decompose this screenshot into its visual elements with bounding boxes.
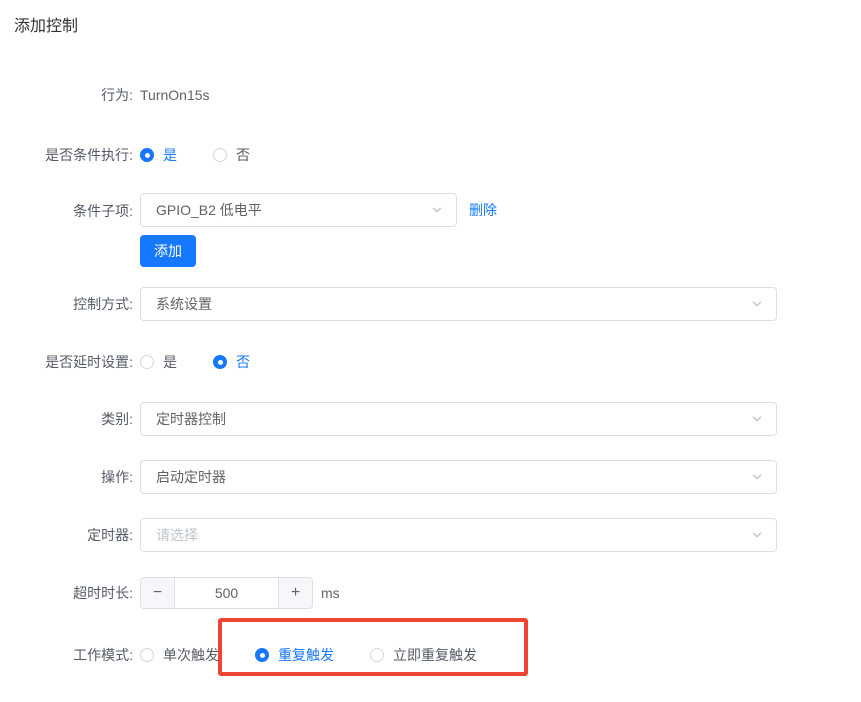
operation-label: 操作: xyxy=(14,467,133,487)
radio-unselected-icon xyxy=(140,355,154,369)
delay-setting-radio-no[interactable]: 否 xyxy=(213,352,250,372)
page-title: 添加控制 xyxy=(14,17,861,37)
delay-setting-label: 是否延时设置: xyxy=(14,352,133,372)
timer-row: 定时器: 请选择 xyxy=(14,518,861,552)
timeout-unit: ms xyxy=(321,585,340,601)
add-button[interactable]: 添加 xyxy=(140,235,196,267)
timer-select[interactable]: 请选择 xyxy=(140,518,777,552)
timeout-input[interactable] xyxy=(175,578,278,608)
radio-unselected-icon xyxy=(370,648,384,662)
work-mode-radio-group: 单次触发 重复触发 立即重复触发 xyxy=(140,645,477,665)
conditional-exec-radio-yes[interactable]: 是 xyxy=(140,145,177,165)
chevron-down-icon xyxy=(750,412,764,426)
work-mode-radio-single[interactable]: 单次触发 xyxy=(140,645,219,665)
delete-link[interactable]: 删除 xyxy=(469,193,497,227)
work-mode-label: 工作模式: xyxy=(14,645,133,665)
minus-button[interactable]: − xyxy=(141,578,175,608)
timeout-stepper: − + xyxy=(140,577,313,609)
category-label: 类别: xyxy=(14,409,133,429)
work-mode-radio-repeat[interactable]: 重复触发 xyxy=(255,645,334,665)
work-mode-row: 工作模式: 单次触发 重复触发 立即重复触发 xyxy=(14,645,861,665)
plus-button[interactable]: + xyxy=(278,578,312,608)
chevron-down-icon xyxy=(750,297,764,311)
conditional-exec-radio-no[interactable]: 否 xyxy=(213,145,250,165)
control-method-label: 控制方式: xyxy=(14,294,133,314)
chevron-down-icon xyxy=(750,528,764,542)
radio-selected-icon xyxy=(213,355,227,369)
category-row: 类别: 定时器控制 xyxy=(14,402,861,436)
chevron-down-icon xyxy=(430,203,444,217)
add-control-page: 添加控制 行为: TurnOn15s 是否条件执行: 是 否 条件子项: GPI… xyxy=(0,0,861,702)
condition-item-select[interactable]: GPIO_B2 低电平 xyxy=(140,193,457,227)
radio-selected-icon xyxy=(140,148,154,162)
operation-row: 操作: 启动定时器 xyxy=(14,460,861,494)
behavior-row: 行为: TurnOn15s xyxy=(14,85,861,105)
delay-setting-radio-yes[interactable]: 是 xyxy=(140,352,177,372)
chevron-down-icon xyxy=(750,470,764,484)
behavior-value: TurnOn15s xyxy=(140,87,210,103)
condition-item-row: 条件子项: GPIO_B2 低电平 删除 添加 xyxy=(14,193,861,267)
conditional-exec-radio-group: 是 否 xyxy=(140,145,250,165)
work-mode-radio-immediate-repeat[interactable]: 立即重复触发 xyxy=(370,645,477,665)
delay-setting-radio-group: 是 否 xyxy=(140,352,250,372)
operation-select[interactable]: 启动定时器 xyxy=(140,460,777,494)
timer-label: 定时器: xyxy=(14,525,133,545)
timeout-row: 超时时长: − + ms xyxy=(14,577,861,609)
radio-unselected-icon xyxy=(140,648,154,662)
timeout-label: 超时时长: xyxy=(14,583,133,603)
control-method-row: 控制方式: 系统设置 xyxy=(14,287,861,321)
category-select[interactable]: 定时器控制 xyxy=(140,402,777,436)
behavior-label: 行为: xyxy=(14,85,133,105)
conditional-exec-row: 是否条件执行: 是 否 xyxy=(14,145,861,165)
condition-item-label: 条件子项: xyxy=(14,201,133,221)
control-method-select[interactable]: 系统设置 xyxy=(140,287,777,321)
delay-setting-row: 是否延时设置: 是 否 xyxy=(14,352,861,372)
conditional-exec-label: 是否条件执行: xyxy=(14,145,133,165)
radio-unselected-icon xyxy=(213,148,227,162)
radio-selected-icon xyxy=(255,648,269,662)
